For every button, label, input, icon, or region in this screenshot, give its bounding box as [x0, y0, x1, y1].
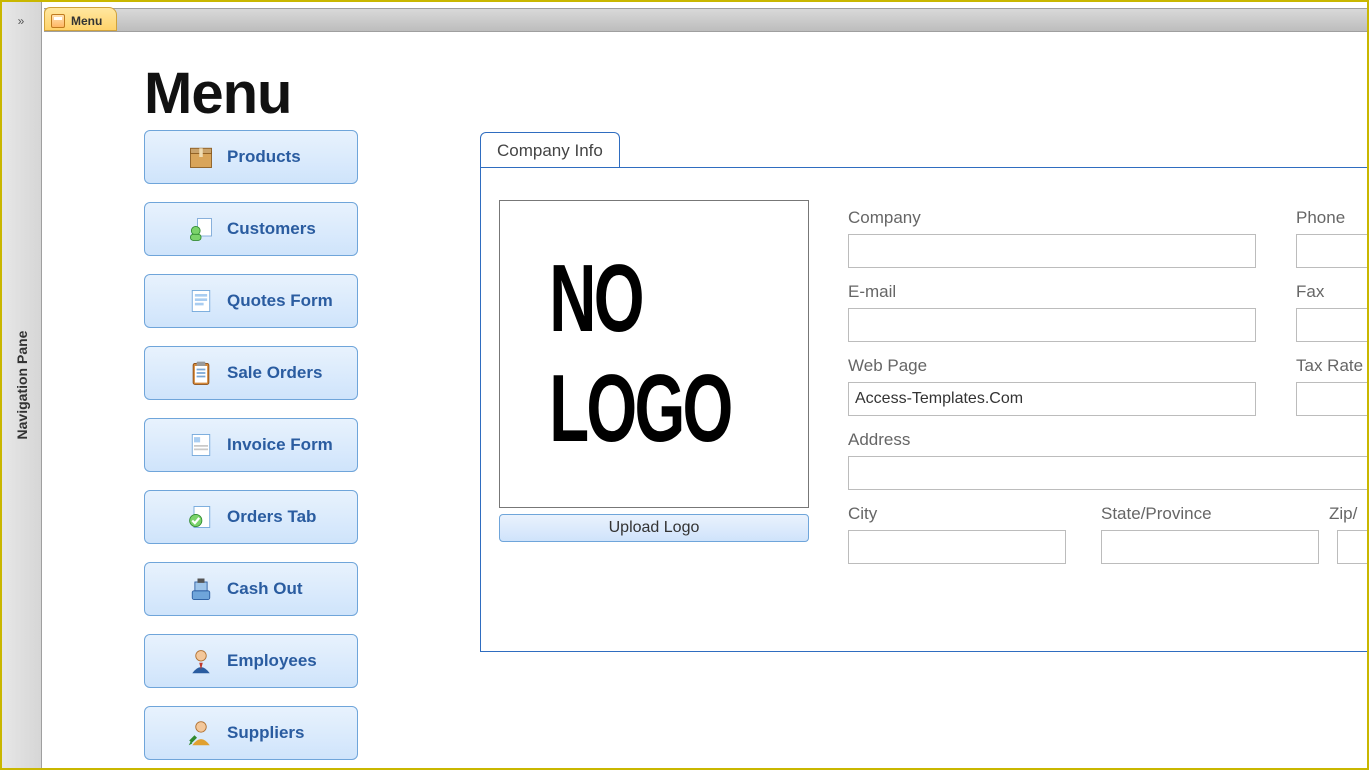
person-card-icon [187, 215, 215, 243]
menu-item-label: Suppliers [227, 723, 304, 743]
zip-field[interactable] [1337, 530, 1367, 564]
company-info-panel: Company Info NO LOGO Upload Logo Company… [480, 132, 1367, 652]
address-label: Address [848, 430, 910, 450]
document-check-icon [187, 503, 215, 531]
taxrate-label: Tax Rate [1296, 356, 1363, 376]
state-label: State/Province [1101, 504, 1212, 524]
menu-customers-button[interactable]: Customers [144, 202, 358, 256]
phone-label: Phone [1296, 208, 1345, 228]
tab-menu[interactable]: Menu [44, 7, 117, 31]
document-icon [187, 287, 215, 315]
company-info-body: NO LOGO Upload Logo Company E-mail Web P… [480, 167, 1367, 652]
logo-preview[interactable]: NO LOGO [499, 200, 809, 508]
navigation-pane-label: Navigation Pane [14, 331, 30, 440]
menu-invoice-button[interactable]: Invoice Form [144, 418, 358, 472]
menu-item-label: Sale Orders [227, 363, 322, 383]
invoice-icon [187, 431, 215, 459]
menu-suppliers-button[interactable]: Suppliers [144, 706, 358, 760]
menu-item-label: Customers [227, 219, 316, 239]
menu-sale-orders-button[interactable]: Sale Orders [144, 346, 358, 400]
webpage-field[interactable] [848, 382, 1256, 416]
city-field[interactable] [848, 530, 1066, 564]
menu-item-label: Orders Tab [227, 507, 316, 527]
menu-item-label: Invoice Form [227, 435, 333, 455]
form-icon [51, 14, 65, 28]
company-label: Company [848, 208, 921, 228]
address-field[interactable] [848, 456, 1367, 490]
tab-company-info[interactable]: Company Info [480, 132, 620, 168]
navigation-expand-button[interactable]: » [12, 12, 30, 30]
zip-label: Zip/ [1329, 504, 1357, 524]
menu-item-label: Quotes Form [227, 291, 333, 311]
menu-products-button[interactable]: Products [144, 130, 358, 184]
menu-item-label: Cash Out [227, 579, 303, 599]
tab-label: Company Info [497, 141, 603, 160]
phone-field[interactable] [1296, 234, 1367, 268]
employee-icon [187, 647, 215, 675]
menu-orders-tab-button[interactable]: Orders Tab [144, 490, 358, 544]
box-icon [187, 143, 215, 171]
menu-button-column: Products Customers Quotes Form Sale Orde… [144, 130, 358, 768]
clipboard-icon [187, 359, 215, 387]
page-title: Menu [144, 60, 291, 127]
email-label: E-mail [848, 282, 896, 302]
menu-item-label: Products [227, 147, 301, 167]
email-field[interactable] [848, 308, 1256, 342]
menu-quotes-button[interactable]: Quotes Form [144, 274, 358, 328]
company-field[interactable] [848, 234, 1256, 268]
upload-logo-button[interactable]: Upload Logo [499, 514, 809, 542]
city-label: City [848, 504, 877, 524]
form-surface: Menu Products Customers Quotes Form Sa [44, 32, 1367, 768]
tab-label: Menu [71, 14, 102, 28]
fax-label: Fax [1296, 282, 1324, 302]
logo-placeholder-text: NO LOGO [549, 244, 758, 464]
webpage-label: Web Page [848, 356, 927, 376]
document-tab-bar: Menu [44, 8, 1367, 32]
menu-item-label: Employees [227, 651, 317, 671]
upload-logo-label: Upload Logo [609, 519, 700, 536]
state-field[interactable] [1101, 530, 1319, 564]
cash-register-icon [187, 575, 215, 603]
fax-field[interactable] [1296, 308, 1367, 342]
menu-employees-button[interactable]: Employees [144, 634, 358, 688]
navigation-pane: » Navigation Pane [2, 2, 42, 768]
supplier-icon [187, 719, 215, 747]
taxrate-field[interactable] [1296, 382, 1367, 416]
menu-cash-out-button[interactable]: Cash Out [144, 562, 358, 616]
